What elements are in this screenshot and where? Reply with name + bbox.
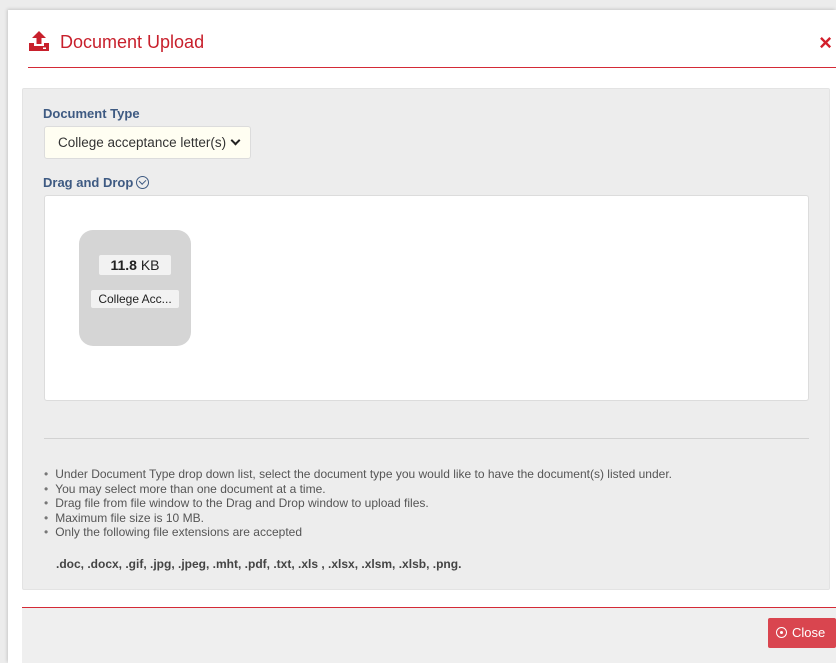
- instruction-item: Drag file from file window to the Drag a…: [44, 496, 672, 511]
- instruction-item: Maximum file size is 10 MB.: [44, 511, 672, 526]
- header-divider: [28, 67, 836, 68]
- file-tile[interactable]: 11.8 KB College Acc...: [79, 230, 191, 346]
- instruction-item: You may select more than one document at…: [44, 482, 672, 497]
- upload-panel: Document Type College acceptance letter(…: [22, 88, 830, 590]
- panel-divider: [44, 438, 809, 439]
- drag-drop-label: Drag and Drop: [43, 175, 150, 190]
- drag-drop-label-text: Drag and Drop: [43, 175, 134, 190]
- file-size-unit: KB: [140, 257, 160, 273]
- info-icon[interactable]: [136, 176, 150, 189]
- document-upload-modal: Document Upload × Document Type College …: [8, 10, 836, 663]
- chevron-down-icon: [230, 135, 241, 146]
- close-button[interactable]: Close: [768, 618, 836, 648]
- instruction-item: Under Document Type drop down list, sele…: [44, 467, 672, 482]
- modal-header: Document Upload ×: [20, 10, 836, 68]
- file-size: 11.8 KB: [99, 255, 171, 275]
- close-circle-icon: [776, 627, 787, 638]
- close-button-label: Close: [792, 625, 826, 640]
- modal-footer: [22, 608, 836, 663]
- page-background-left: [0, 0, 8, 663]
- file-name: College Acc...: [91, 290, 179, 308]
- modal-title: Document Upload: [60, 32, 205, 52]
- close-icon[interactable]: ×: [819, 32, 832, 54]
- instructions-list: Under Document Type drop down list, sele…: [44, 467, 672, 540]
- document-type-select[interactable]: College acceptance letter(s): [44, 126, 251, 159]
- instruction-item: Only the following file extensions are a…: [44, 525, 672, 540]
- upload-icon: [29, 31, 49, 51]
- drag-drop-zone[interactable]: 11.8 KB College Acc...: [44, 195, 809, 401]
- page-background: [0, 0, 836, 10]
- file-size-value: 11.8: [110, 257, 137, 273]
- document-type-selected: College acceptance letter(s): [58, 135, 227, 150]
- document-type-label: Document Type: [43, 106, 140, 121]
- accepted-extensions: .doc, .docx, .gif, .jpg, .jpeg, .mht, .p…: [56, 557, 462, 571]
